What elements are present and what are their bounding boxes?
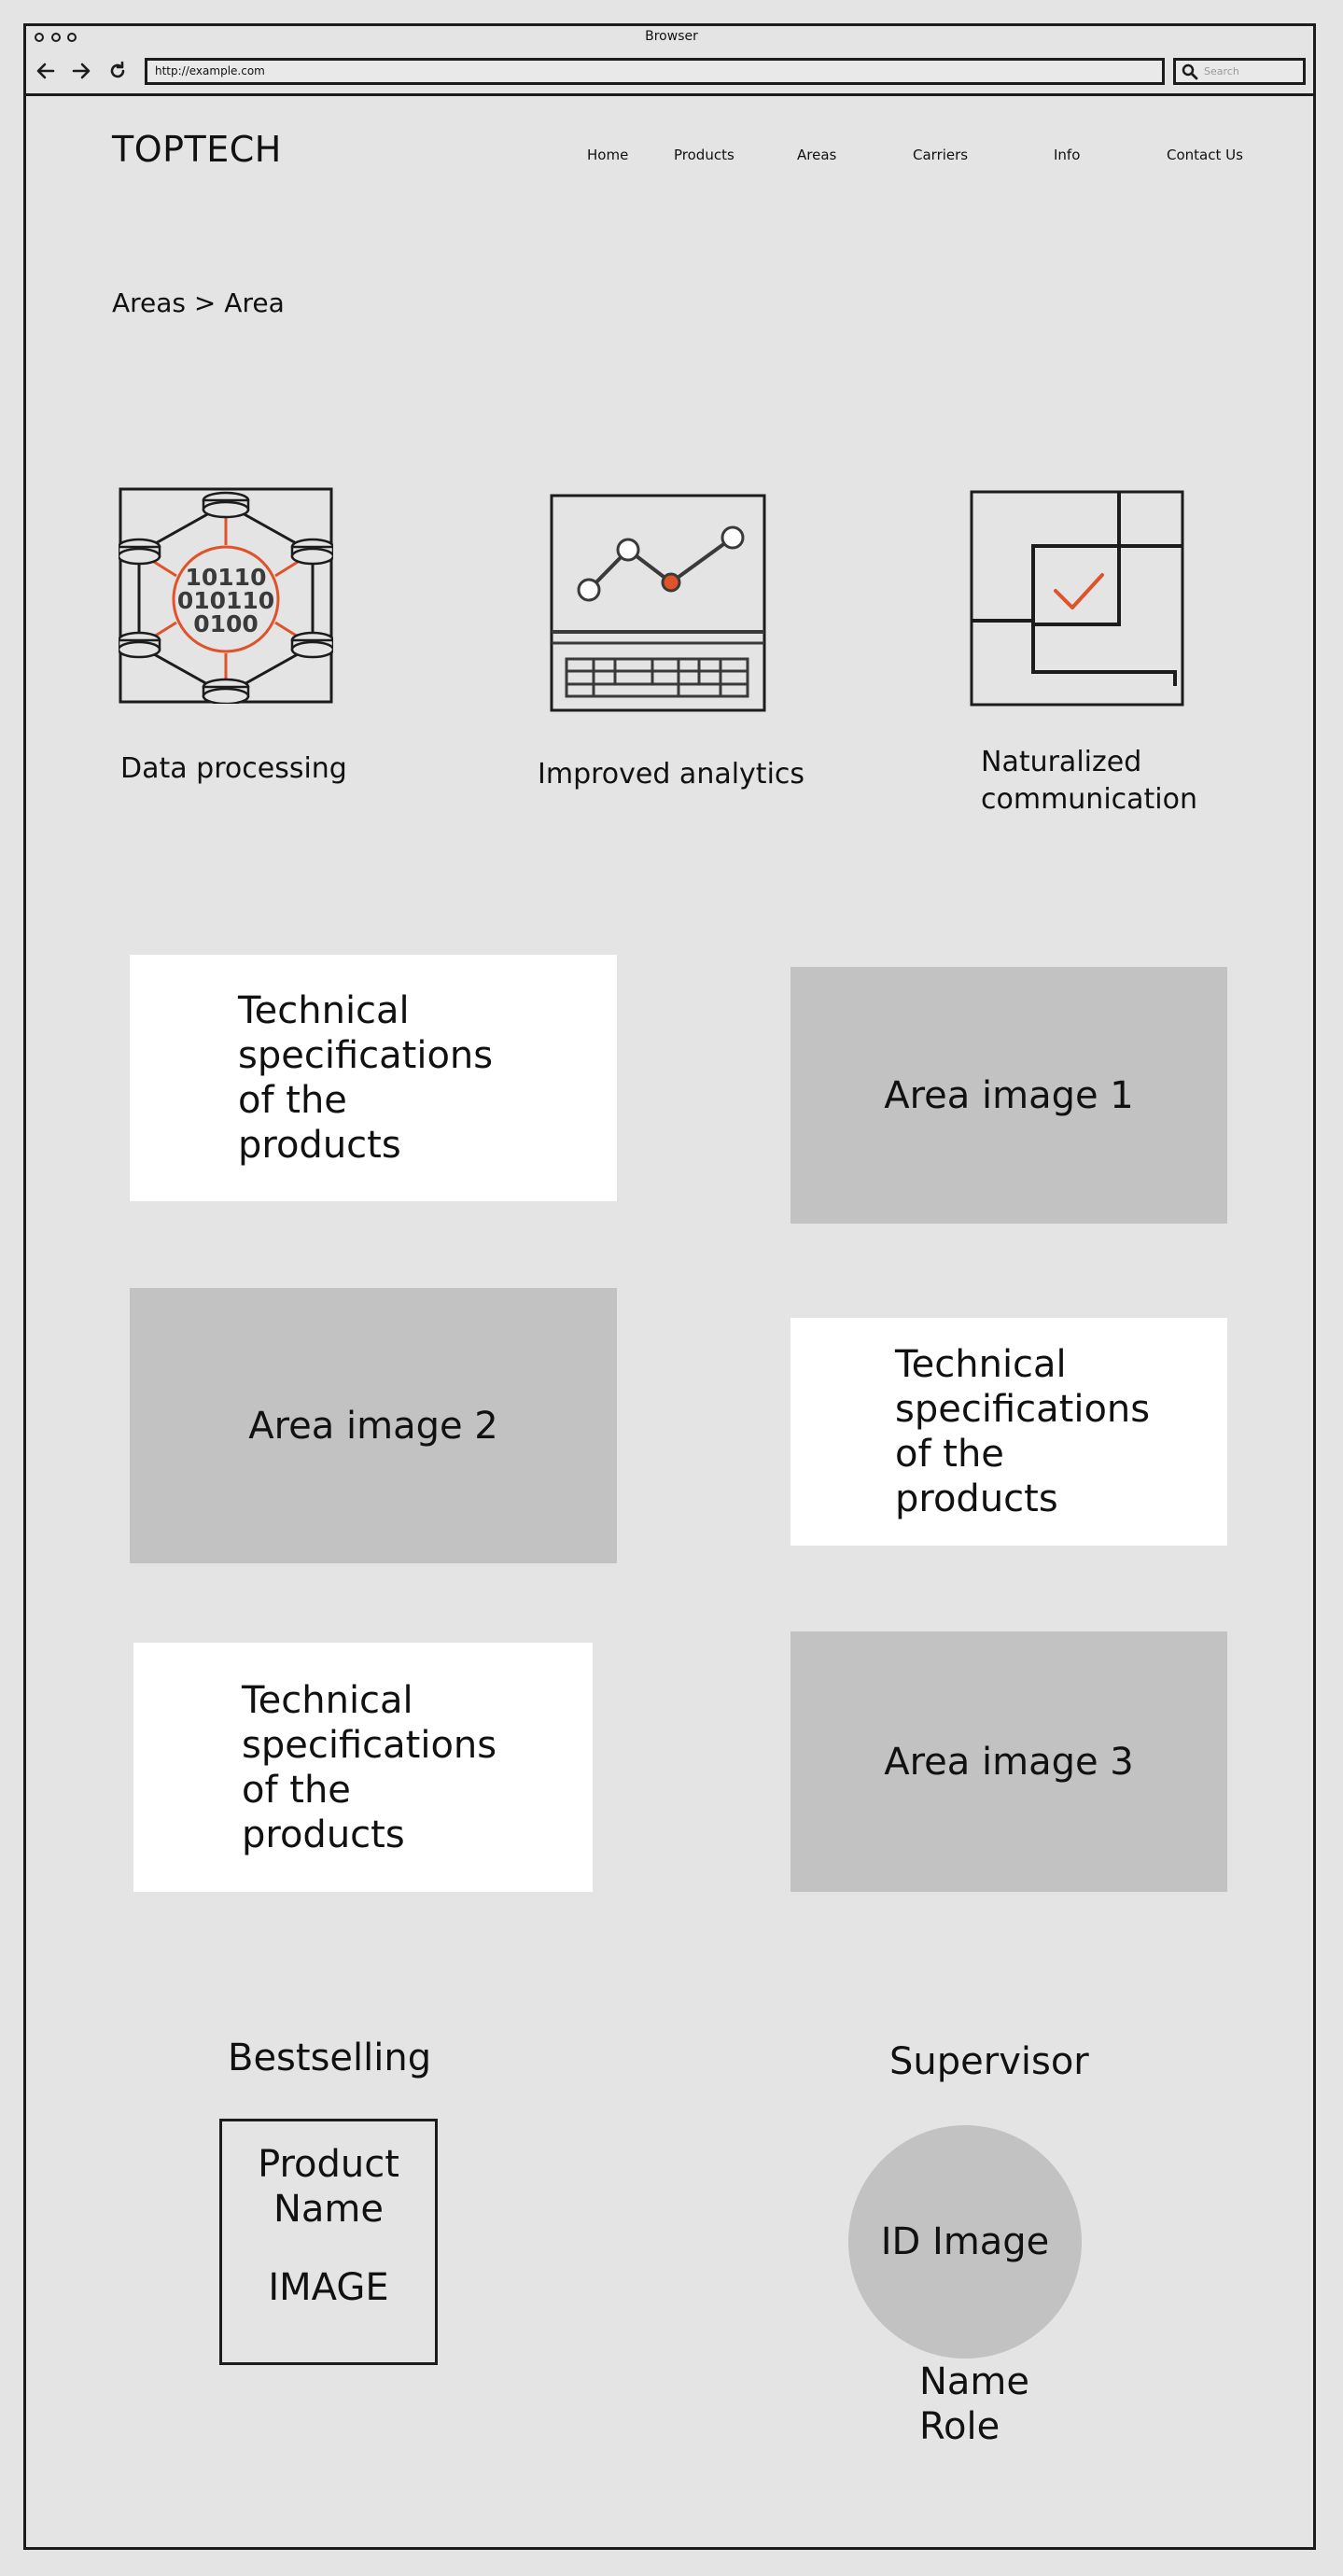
browser-title: Browser	[645, 29, 698, 44]
product-card[interactable]: Product Name IMAGE	[219, 2119, 438, 2365]
nav-products[interactable]: Products	[674, 147, 734, 163]
browser-window	[23, 23, 1316, 2550]
nav-home[interactable]: Home	[587, 147, 628, 163]
search-placeholder: Search	[1204, 65, 1239, 77]
area-image-2: Area image 2	[130, 1288, 617, 1563]
area-image-1: Area image 1	[790, 967, 1227, 1224]
area-image-2-label: Area image 2	[248, 1404, 498, 1448]
binary-line-3: 0100	[193, 610, 259, 637]
search-icon	[1182, 63, 1198, 80]
browser-search-input[interactable]: Search	[1173, 58, 1306, 85]
area-image-3-label: Area image 3	[884, 1740, 1134, 1784]
feature-label-naturalized-communication: Naturalized communication	[981, 746, 1198, 816]
product-image-placeholder: IMAGE	[268, 2266, 389, 2309]
spec-card-3: Technical specifications of the products	[133, 1643, 593, 1892]
area-image-1-label: Area image 1	[884, 1073, 1134, 1117]
site-logo[interactable]: TOPTECH	[112, 129, 282, 170]
spec-card-2: Technical specifications of the products	[790, 1318, 1227, 1546]
nav-info[interactable]: Info	[1054, 147, 1080, 163]
avatar: ID Image	[848, 2125, 1082, 2359]
supervisor-title: Supervisor	[889, 2040, 1089, 2083]
spec-text: Technical specifications of the products	[238, 989, 494, 1167]
communication-maze-icon	[970, 490, 1184, 710]
spec-text: Technical specifications of the products	[895, 1343, 1151, 1520]
nav-contact-us[interactable]: Contact Us	[1167, 147, 1243, 163]
toolbar-divider	[23, 93, 1316, 96]
avatar-label: ID Image	[880, 2220, 1050, 2263]
supervisor-name: Name	[919, 2360, 1030, 2403]
data-processing-icon: 10110 010110 0100	[117, 487, 335, 707]
product-name: Product Name	[258, 2143, 399, 2231]
nav-carriers[interactable]: Carriers	[913, 147, 968, 163]
reload-icon[interactable]	[105, 59, 130, 83]
area-image-3: Area image 3	[790, 1631, 1227, 1892]
spec-card-1: Technical specifications of the products	[130, 955, 617, 1201]
url-input[interactable]: http://example.com	[145, 58, 1165, 85]
breadcrumb: Areas > Area	[112, 287, 285, 318]
feature-label-improved-analytics: Improved analytics	[538, 758, 805, 791]
bestselling-title: Bestselling	[228, 2037, 432, 2079]
supervisor-role: Role	[919, 2405, 1000, 2448]
analytics-laptop-icon	[550, 494, 766, 716]
forward-arrow-icon[interactable]	[69, 59, 93, 83]
spec-text: Technical specifications of the products	[242, 1678, 497, 1856]
feature-label-data-processing: Data processing	[120, 752, 347, 785]
back-arrow-icon[interactable]	[34, 59, 58, 83]
supervisor-info: Name Role	[919, 2359, 1029, 2449]
nav-areas[interactable]: Areas	[797, 147, 836, 163]
